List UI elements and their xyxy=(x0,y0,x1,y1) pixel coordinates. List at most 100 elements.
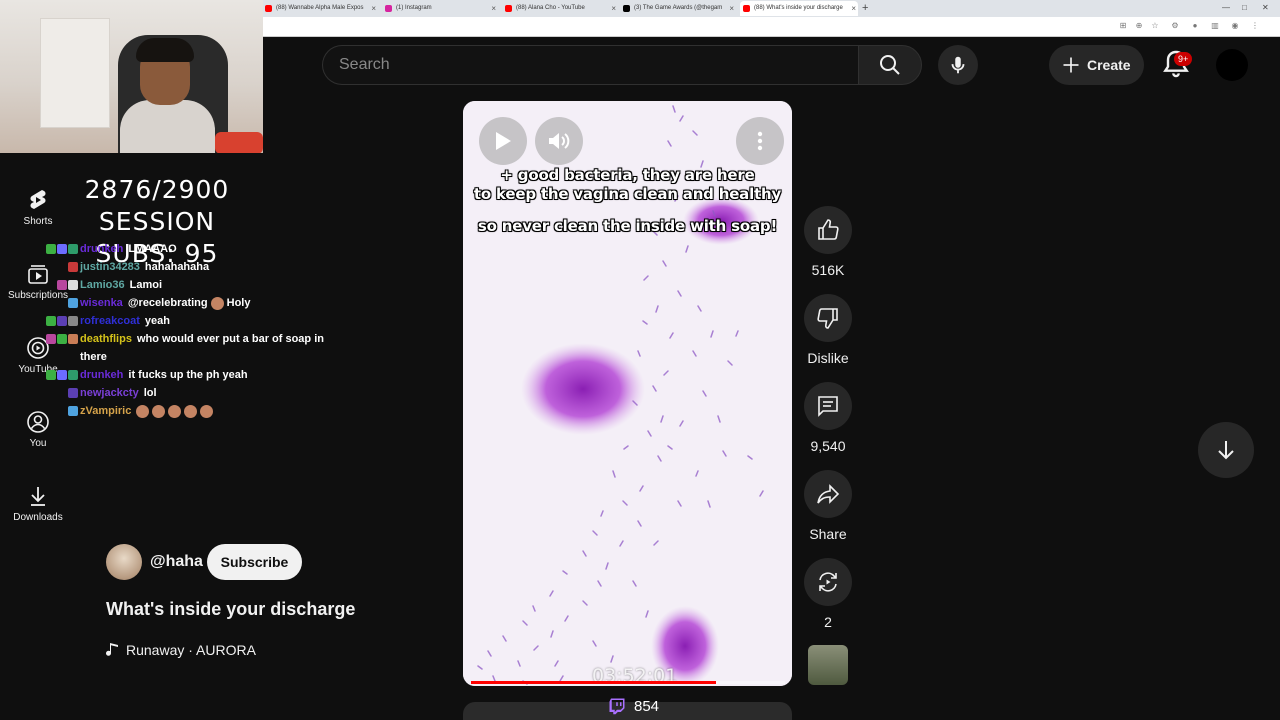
close-window-icon[interactable]: ✕ xyxy=(1262,0,1269,16)
download-icon xyxy=(31,487,45,506)
close-tab-icon[interactable]: × xyxy=(491,1,496,16)
chat-badges xyxy=(28,402,80,420)
more-vertical-icon xyxy=(757,131,763,151)
chat-badge-icon xyxy=(57,370,67,380)
chat-badge-icon xyxy=(46,334,56,344)
chat-emote-icon xyxy=(210,296,224,310)
chat-badge-icon xyxy=(68,262,78,272)
comment-icon xyxy=(818,396,838,417)
channel-avatar[interactable] xyxy=(106,544,142,580)
guide-label: Downloads xyxy=(13,512,63,523)
chat-message: newjackcty lol xyxy=(28,384,328,402)
tab-title: (88) Wannabe Alpha Male Expos xyxy=(276,5,364,11)
microphone-icon xyxy=(951,56,965,74)
tab-title: (3) The Game Awards (@thegam xyxy=(634,5,723,11)
chat-badge-icon xyxy=(46,244,56,254)
browser-tab[interactable]: (3) The Game Awards (@thegam × xyxy=(620,1,736,16)
instagram-favicon-icon xyxy=(385,5,392,12)
chat-message: deathflips who would ever put a bar of so… xyxy=(28,330,328,366)
next-video-button[interactable] xyxy=(1198,422,1254,478)
new-tab-button[interactable]: + xyxy=(862,0,868,16)
chat-badge-icon xyxy=(68,244,78,254)
profile-icon[interactable]: ● xyxy=(1190,21,1200,31)
share-button[interactable] xyxy=(804,470,852,518)
browser-tab[interactable]: (1) Instagram × xyxy=(382,1,498,16)
extensions-icon[interactable]: ⚙ xyxy=(1170,21,1180,31)
viewer-count-overlay: 854 xyxy=(608,697,659,715)
bookmark-star-icon[interactable]: ☆ xyxy=(1150,21,1160,31)
close-tab-icon[interactable]: × xyxy=(611,1,616,16)
browser-tab[interactable]: (88) Wannabe Alpha Male Expos × xyxy=(262,1,378,16)
close-tab-icon[interactable]: × xyxy=(851,1,856,16)
like-button[interactable] xyxy=(804,206,852,254)
chat-badge-icon xyxy=(46,370,56,380)
chat-username[interactable]: deathflips xyxy=(80,333,132,345)
play-icon xyxy=(496,132,511,150)
close-tab-icon[interactable]: × xyxy=(729,1,734,16)
chat-text: LMAAAO xyxy=(128,243,177,255)
browser-tab[interactable]: (88) Alana Cho - YouTube × xyxy=(502,1,618,16)
video-caption-line3: so never clean the inside with soap! xyxy=(477,217,778,235)
install-app-icon[interactable]: ⊞ xyxy=(1118,21,1128,31)
subscribe-button[interactable]: Subscribe xyxy=(207,544,302,580)
chat-username[interactable]: justin34283 xyxy=(80,261,140,273)
remix-count: 2 xyxy=(824,614,832,630)
tab-title: (88) What's inside your discharge xyxy=(754,5,843,11)
chat-badge-icon xyxy=(57,334,67,344)
search-icon xyxy=(880,55,900,75)
dislike-button[interactable] xyxy=(804,294,852,342)
browser-tab-active[interactable]: (88) What's inside your discharge × xyxy=(740,1,858,16)
menu-dots-icon[interactable]: ⋮ xyxy=(1250,21,1260,31)
share-icon xyxy=(817,484,840,504)
chat-username[interactable]: drunkeh xyxy=(80,243,123,255)
more-options-button[interactable] xyxy=(736,117,784,165)
remix-button[interactable] xyxy=(804,558,852,606)
chat-message: Lamio36 Lamoi xyxy=(28,276,328,294)
music-link[interactable]: Runaway · AURORA xyxy=(106,642,256,658)
account-avatar[interactable] xyxy=(1216,49,1248,81)
search-box[interactable] xyxy=(322,45,858,85)
maximize-icon[interactable]: □ xyxy=(1242,0,1247,16)
chat-badge-icon xyxy=(68,316,78,326)
guide-item-shorts[interactable]: Shorts xyxy=(0,188,76,227)
sound-thumbnail[interactable] xyxy=(808,645,848,685)
sidebar-icon[interactable]: ▥ xyxy=(1210,21,1220,31)
share-action[interactable]: Share xyxy=(804,470,852,542)
comments-action[interactable]: 9,540 xyxy=(804,382,852,454)
search-input[interactable] xyxy=(323,46,858,84)
chat-message: justin34283 hahahahaha xyxy=(28,258,328,276)
create-button[interactable]: Create xyxy=(1049,45,1144,85)
chat-username[interactable]: wisenka xyxy=(80,297,123,309)
chat-badge-icon xyxy=(57,244,67,254)
chat-text: it fucks up the ph yeah xyxy=(128,369,248,381)
chat-username[interactable]: Lamio36 xyxy=(80,279,125,291)
guide-item-downloads[interactable]: Downloads xyxy=(0,484,76,523)
remix-action[interactable]: 2 xyxy=(804,558,852,630)
channel-name[interactable]: @haha xyxy=(150,553,203,571)
chat-badges xyxy=(28,312,80,330)
like-action[interactable]: 516K xyxy=(804,206,852,278)
chat-username[interactable]: drunkeh xyxy=(80,369,123,381)
minimize-icon[interactable]: — xyxy=(1222,0,1230,16)
dislike-action[interactable]: Dislike xyxy=(804,294,852,366)
tab-title: (88) Alana Cho - YouTube xyxy=(516,5,585,11)
video-caption-line1: + good bacteria, they are here xyxy=(500,166,755,184)
voice-search-button[interactable] xyxy=(938,45,978,85)
chat-text: lol xyxy=(143,387,157,399)
close-tab-icon[interactable]: × xyxy=(371,1,376,16)
account-icon[interactable]: ◉ xyxy=(1230,21,1240,31)
chat-emote-icon xyxy=(184,404,198,418)
search-button[interactable] xyxy=(858,45,922,85)
chat-username[interactable]: newjackcty xyxy=(80,387,139,399)
play-button[interactable] xyxy=(479,117,527,165)
comments-button[interactable] xyxy=(804,382,852,430)
guide-label: Shorts xyxy=(23,216,53,227)
zoom-icon[interactable]: ⊕ xyxy=(1134,21,1144,31)
chat-message: wisenka @recelebrating Holy xyxy=(28,294,328,312)
stream-chat-overlay: drunkeh LMAAAO justin34283 hahahahaha Lamio3… xyxy=(28,240,328,420)
plus-icon xyxy=(1063,57,1079,73)
volume-button[interactable] xyxy=(535,117,583,165)
chat-username[interactable]: zVampiric xyxy=(80,405,131,417)
video-progress-bar[interactable] xyxy=(471,681,785,684)
chat-username[interactable]: rofreakcoat xyxy=(80,315,140,327)
